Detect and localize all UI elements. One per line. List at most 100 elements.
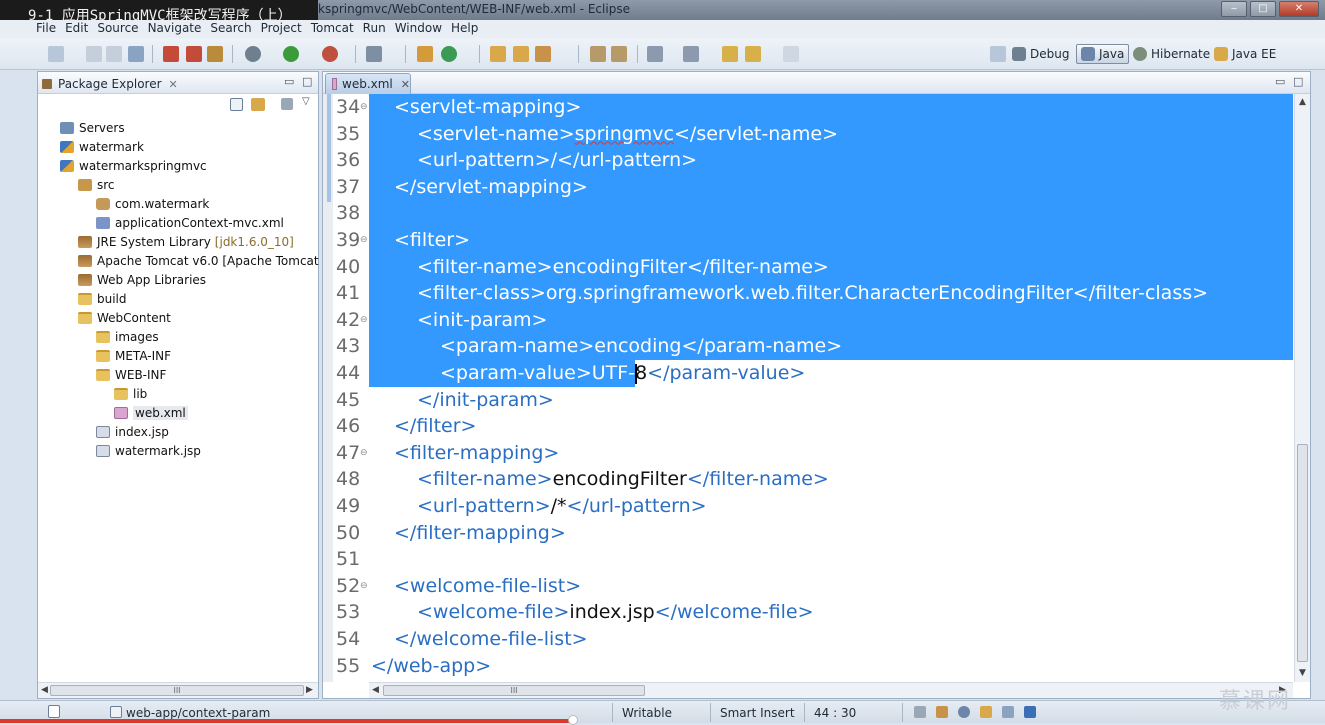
view-menu-icon[interactable]	[281, 98, 293, 110]
open-perspective-icon[interactable]	[990, 46, 1006, 62]
open-task-icon[interactable]	[513, 46, 529, 62]
maximize-editor-icon[interactable]: □	[1293, 75, 1303, 88]
tomcat-restart-icon[interactable]	[207, 46, 223, 62]
new-java-package-icon[interactable]	[417, 46, 433, 62]
perspective-debug[interactable]: Debug	[1012, 44, 1069, 64]
scroll-right-icon[interactable]: ▶	[306, 685, 313, 695]
fold-toggle-icon[interactable]: ⊖	[360, 440, 368, 467]
tab-web-xml[interactable]: web.xml ✕	[325, 73, 411, 94]
close-tab-icon[interactable]: ✕	[401, 78, 410, 91]
tree-item[interactable]: Apache Tomcat v6.0 [Apache Tomcat v6	[78, 251, 337, 270]
editor-hscrollbar[interactable]: ◀ III ▶	[369, 682, 1293, 698]
tomcat-stop-icon[interactable]	[186, 46, 202, 62]
menu-edit[interactable]: Edit	[65, 20, 88, 38]
tree-item[interactable]: watermark	[60, 137, 144, 156]
tree-item[interactable]: META-INF	[96, 346, 171, 365]
menu-source[interactable]: Source	[97, 20, 138, 38]
menu-tomcat[interactable]: Tomcat	[311, 20, 354, 38]
tree-item[interactable]: JRE System Library [jdk1.6.0_10]	[78, 232, 294, 251]
vscroll-thumb[interactable]	[1297, 444, 1308, 662]
toggle-annotation-icon[interactable]	[590, 46, 606, 62]
minimize-icon[interactable]: ‒	[1221, 1, 1247, 17]
previous-annotation-icon[interactable]	[683, 46, 699, 62]
tab-package-explorer[interactable]: Package Explorer ✕	[42, 74, 178, 94]
open-type-icon[interactable]	[490, 46, 506, 62]
tree-item[interactable]: WebContent	[78, 308, 171, 327]
tray-icon-4[interactable]	[980, 706, 992, 718]
pen-icon[interactable]	[535, 46, 551, 62]
code-area[interactable]: 34 ⊖ <servlet-mapping> 35 <servlet-name>spri…	[323, 94, 1293, 682]
view-dropdown-icon[interactable]: ▽	[302, 96, 310, 107]
editor-view: web.xml ✕ ▭ □ 34 ⊖ <servlet-mapping> 35 <ser…	[322, 71, 1311, 699]
next-annotation-icon[interactable]	[647, 46, 663, 62]
fold-toggle-icon[interactable]: ⊖	[360, 573, 368, 600]
collapse-all-icon[interactable]	[230, 98, 243, 111]
tree-item[interactable]: src	[78, 175, 115, 194]
package-explorer-hscrollbar[interactable]: ◀ III ▶	[38, 682, 318, 698]
save-all-icon[interactable]	[106, 46, 122, 62]
tree-item[interactable]: images	[96, 327, 159, 346]
tree-item[interactable]: web.xml	[114, 403, 188, 422]
tree-item[interactable]: Servers	[60, 118, 125, 137]
scroll-left-icon[interactable]: ◀	[372, 685, 379, 695]
hscroll-thumb[interactable]: III	[50, 685, 304, 696]
perspective-javaee[interactable]: Java EE	[1214, 44, 1276, 64]
fold-toggle-icon[interactable]: ⊖	[360, 94, 368, 121]
external-tools-icon[interactable]	[322, 46, 338, 62]
tree-item[interactable]: com.watermark	[96, 194, 209, 213]
tree-item[interactable]: watermarkspringmvc	[60, 156, 207, 175]
minimize-editor-icon[interactable]: ▭	[1275, 75, 1285, 88]
menu-search[interactable]: Search	[210, 20, 251, 38]
save-icon[interactable]	[86, 46, 102, 62]
tree-item[interactable]: watermark.jsp	[96, 441, 201, 460]
scroll-down-icon[interactable]: ▼	[1299, 668, 1306, 678]
editor-vscrollbar[interactable]: ▲ ▼	[1294, 94, 1310, 682]
tree-item[interactable]: WEB-INF	[96, 365, 166, 384]
tree-item-label: src	[97, 177, 115, 192]
menu-help[interactable]: Help	[451, 20, 478, 38]
perspective-hibernate[interactable]: Hibernate	[1133, 44, 1210, 64]
close-icon[interactable]: ✕	[1279, 1, 1319, 17]
hscroll-thumb[interactable]: III	[383, 685, 645, 696]
search-icon[interactable]	[366, 46, 382, 62]
last-edit-location-icon[interactable]	[722, 46, 738, 62]
debug-icon[interactable]	[245, 46, 261, 62]
perspective-java[interactable]: Java	[1076, 44, 1130, 64]
maximize-view-icon[interactable]: □	[302, 75, 312, 88]
run-icon[interactable]	[283, 46, 299, 62]
link-with-editor-icon[interactable]	[251, 98, 265, 111]
minimize-view-icon[interactable]: ▭	[284, 75, 294, 88]
tree-item[interactable]: build	[78, 289, 127, 308]
menu-navigate[interactable]: Navigate	[148, 20, 202, 38]
print-icon[interactable]	[128, 46, 144, 62]
tray-icon-2[interactable]	[936, 706, 948, 718]
tree-item[interactable]: index.jsp	[96, 422, 169, 441]
tray-icon-6[interactable]	[1024, 706, 1036, 718]
back-icon[interactable]	[745, 46, 761, 62]
tray-icon-5[interactable]	[1002, 706, 1014, 718]
tree-item-label: Servers	[79, 120, 125, 135]
menu-project[interactable]: Project	[261, 20, 302, 38]
menu-file[interactable]: File	[36, 20, 56, 38]
video-progress-bar[interactable]	[0, 719, 573, 723]
fast-view-icon[interactable]	[48, 705, 60, 718]
close-view-icon[interactable]: ✕	[169, 78, 178, 91]
menu-run[interactable]: Run	[363, 20, 386, 38]
maximize-icon[interactable]: □	[1250, 1, 1276, 17]
video-progress-knob[interactable]	[568, 715, 578, 725]
tree-item[interactable]: applicationContext-mvc.xml	[96, 213, 284, 232]
new-java-class-icon[interactable]	[441, 46, 457, 62]
scroll-left-icon[interactable]: ◀	[41, 685, 48, 695]
forward-icon[interactable]	[783, 46, 799, 62]
tomcat-start-icon[interactable]	[163, 46, 179, 62]
tray-icon-1[interactable]	[914, 706, 926, 718]
fold-toggle-icon[interactable]: ⊖	[360, 307, 368, 334]
menu-window[interactable]: Window	[395, 20, 442, 38]
tree-item[interactable]: Web App Libraries	[78, 270, 206, 289]
fold-toggle-icon[interactable]: ⊖	[360, 227, 368, 254]
tree-item[interactable]: lib	[114, 384, 147, 403]
toggle-mark-icon[interactable]	[611, 46, 627, 62]
new-icon[interactable]	[48, 46, 64, 62]
scroll-up-icon[interactable]: ▲	[1299, 97, 1306, 107]
tray-icon-3[interactable]	[958, 706, 970, 718]
